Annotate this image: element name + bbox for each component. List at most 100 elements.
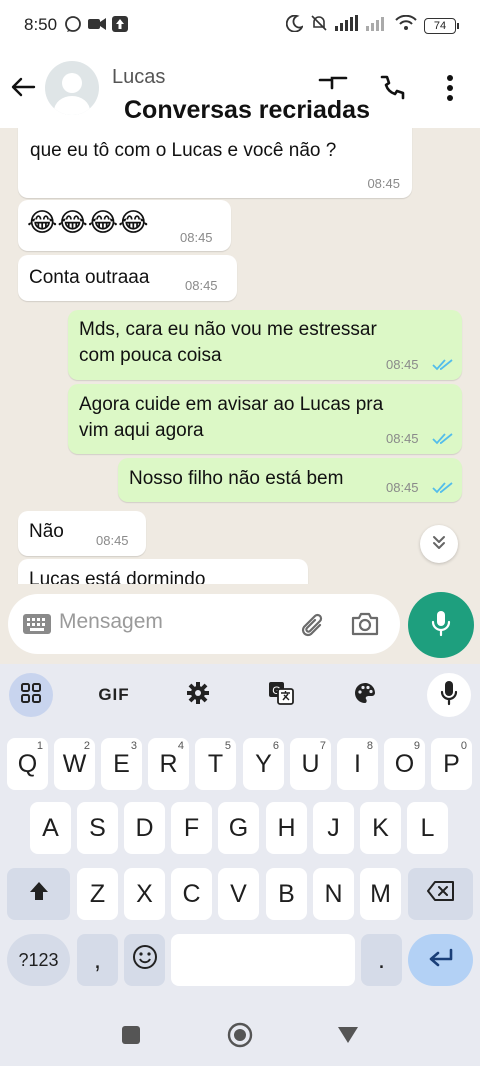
key-d[interactable]: D	[124, 802, 165, 854]
key-i[interactable]: I8	[337, 738, 378, 790]
key-n[interactable]: N	[313, 868, 354, 920]
system-navigation-bar	[0, 1002, 480, 1066]
key-t[interactable]: T5	[195, 738, 236, 790]
message-text-line: com pouca coisa	[79, 345, 222, 366]
theme-button[interactable]	[343, 673, 387, 717]
translate-button[interactable]: G	[259, 673, 303, 717]
key-a[interactable]: A	[30, 802, 71, 854]
shift-arrow-icon	[28, 880, 50, 909]
message-incoming[interactable]: Conta outraaa 08:45	[18, 255, 237, 301]
message-outgoing[interactable]: Nosso filho não está bem 08:45	[118, 458, 462, 502]
message-time: 08:45	[180, 230, 213, 245]
message-incoming[interactable]: Lucas está dormindo	[18, 559, 308, 584]
key-q[interactable]: Q1	[7, 738, 48, 790]
key-g[interactable]: G	[218, 802, 259, 854]
message-incoming[interactable]: que eu tô com o Lucas e você não ? 08:45	[18, 128, 412, 198]
video-camera-icon	[88, 17, 106, 36]
key-label: G	[228, 813, 249, 842]
key-h[interactable]: H	[266, 802, 307, 854]
message-outgoing[interactable]: Mds, cara eu não vou me estressar com po…	[68, 310, 462, 380]
key-u[interactable]: U7	[290, 738, 331, 790]
key-k[interactable]: K	[360, 802, 401, 854]
key-r[interactable]: R4	[148, 738, 189, 790]
scroll-to-bottom-button[interactable]	[420, 525, 458, 563]
camera-icon[interactable]	[350, 610, 380, 643]
key-label: L	[420, 813, 435, 842]
more-options-icon[interactable]	[444, 74, 456, 107]
key-c[interactable]: C	[171, 868, 212, 920]
wifi-icon	[395, 14, 417, 36]
key-hint: 1	[36, 740, 43, 752]
key-e[interactable]: E3	[101, 738, 142, 790]
key-x[interactable]: X	[124, 868, 165, 920]
key-l[interactable]: L	[407, 802, 448, 854]
message-text: Conta outraaa	[29, 267, 150, 288]
message-placeholder: Mensagem	[59, 610, 163, 633]
voice-call-icon[interactable]	[378, 74, 406, 109]
chat-area[interactable]: que eu tô com o Lucas e você não ? 08:45…	[0, 128, 480, 584]
key-p[interactable]: P0	[431, 738, 472, 790]
keyboard-icon[interactable]	[22, 613, 52, 640]
voice-typing-button[interactable]	[427, 673, 471, 717]
back-arrow-icon[interactable]	[10, 76, 36, 103]
gif-button[interactable]: GIF	[92, 673, 136, 717]
shift-key[interactable]	[7, 868, 70, 920]
enter-arrow-icon	[427, 946, 455, 975]
message-text-line: vim aqui agora	[79, 420, 204, 441]
key-y[interactable]: Y6	[243, 738, 284, 790]
message-incoming[interactable]: Não 08:45	[18, 511, 146, 556]
read-receipt-icon	[432, 432, 454, 450]
grid-icon	[20, 682, 42, 709]
silent-mode-icon	[310, 14, 328, 37]
key-hint: 7	[319, 740, 326, 752]
emoji-message-text: 😂😂😂😂	[27, 208, 149, 238]
space-key[interactable]	[171, 934, 355, 986]
key-label: R	[159, 749, 178, 778]
contact-name[interactable]: Lucas	[112, 66, 165, 89]
gif-label: GIF	[98, 685, 130, 704]
message-time: 08:45	[96, 533, 129, 548]
key-hint: 4	[177, 740, 184, 752]
back-triangle-icon[interactable]	[336, 1026, 360, 1049]
message-incoming[interactable]: 😂😂😂😂 08:45	[18, 200, 231, 251]
voice-message-button[interactable]	[408, 592, 474, 658]
key-s[interactable]: S	[77, 802, 118, 854]
key-m[interactable]: M	[360, 868, 401, 920]
settings-button[interactable]	[176, 673, 220, 717]
message-outgoing[interactable]: Agora cuide em avisar ao Lucas pra vim a…	[68, 384, 462, 454]
comma-key[interactable]: ,	[77, 934, 118, 986]
apps-grid-button[interactable]	[9, 673, 53, 717]
key-hint: 9	[413, 740, 420, 752]
attachment-icon[interactable]	[298, 610, 328, 645]
key-label: Q	[17, 749, 38, 778]
key-o[interactable]: O9	[384, 738, 425, 790]
symbols-key[interactable]: ?123	[7, 934, 70, 986]
period-key[interactable]: .	[361, 934, 402, 986]
key-z[interactable]: Z	[77, 868, 118, 920]
contact-avatar[interactable]	[45, 61, 99, 115]
key-label: H	[277, 813, 296, 842]
key-f[interactable]: F	[171, 802, 212, 854]
enter-key[interactable]	[408, 934, 473, 986]
message-input[interactable]: Mensagem	[8, 594, 400, 654]
home-icon[interactable]	[227, 1022, 253, 1053]
key-w[interactable]: W2	[54, 738, 95, 790]
emoji-key[interactable]	[124, 934, 165, 986]
signal-strength-secondary-icon	[366, 15, 388, 36]
video-call-icon[interactable]	[318, 74, 348, 99]
key-label: O	[394, 749, 415, 778]
gear-icon	[186, 681, 210, 710]
backspace-key[interactable]	[408, 868, 473, 920]
signal-strength-icon	[335, 15, 359, 36]
key-v[interactable]: V	[218, 868, 259, 920]
message-text: Não	[29, 521, 64, 542]
backspace-icon	[426, 880, 456, 909]
message-time: 08:45	[185, 278, 218, 293]
key-j[interactable]: J	[313, 802, 354, 854]
recent-apps-icon[interactable]	[121, 1025, 141, 1050]
translate-icon: G	[268, 681, 294, 710]
key-b[interactable]: B	[266, 868, 307, 920]
key-label: E	[113, 749, 130, 778]
message-time: 08:45	[386, 431, 419, 446]
key-label: Y	[255, 749, 272, 778]
